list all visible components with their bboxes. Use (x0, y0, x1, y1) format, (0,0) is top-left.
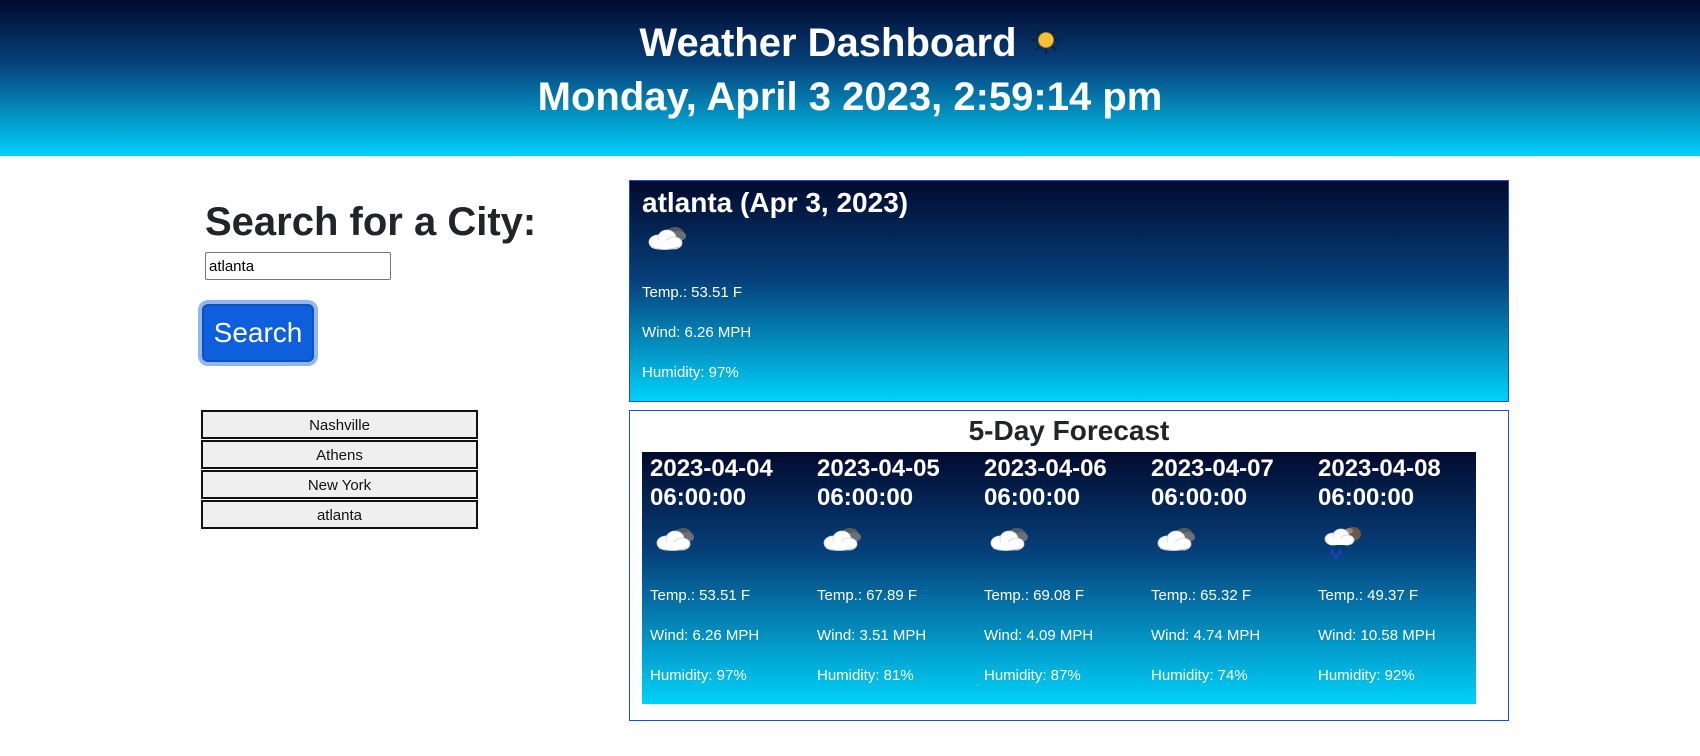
cloudy-icon (819, 524, 867, 559)
forecast-wind: Wind: 4.74 MPH (1151, 627, 1261, 644)
cloudy-icon (644, 223, 692, 258)
current-temp: Temp.: 53.51 F (642, 284, 743, 301)
forecast-day: 2023-04-07 06:00:00 Temp.: 65.32 F Wind: … (1143, 452, 1310, 704)
forecast-day: 2023-04-06 06:00:00 Temp.: 69.08 F Wind: … (976, 452, 1143, 704)
sun-icon (1031, 17, 1061, 67)
forecast-wind: Wind: 10.58 MPH (1318, 627, 1436, 644)
forecast-day: 2023-04-04 06:00:00 Temp.: 53.51 F Wind: … (642, 452, 809, 704)
forecast-wind: Wind: 3.51 MPH (817, 627, 927, 644)
current-weather-card: atlanta (Apr 3, 2023) Temp.: 53.51 F Win… (629, 180, 1509, 402)
city-search-input[interactable] (205, 252, 391, 280)
history-city-button[interactable]: New York (201, 470, 478, 499)
forecast-date: 2023-04-08 06:00:00 (1318, 455, 1441, 511)
forecast-temp: Temp.: 67.89 F (817, 587, 918, 604)
forecast-humidity: Humidity: 92% (1318, 667, 1415, 684)
forecast-temp: Temp.: 65.32 F (1151, 587, 1252, 604)
current-datetime: Monday, April 3 2023, 2:59:14 pm (537, 75, 1163, 119)
history-city-button[interactable]: Nashville (201, 410, 478, 439)
forecast-temp: Temp.: 49.37 F (1318, 587, 1419, 604)
forecast-date: 2023-04-07 06:00:00 (1151, 455, 1274, 511)
cloudy-icon (986, 524, 1034, 559)
forecast-title: 5-Day Forecast (968, 415, 1170, 446)
forecast-date: 2023-04-05 06:00:00 (817, 455, 940, 511)
forecast-temp: Temp.: 69.08 F (984, 587, 1085, 604)
current-humidity: Humidity: 97% (642, 364, 739, 381)
rain-icon (1320, 524, 1368, 563)
cloudy-icon (1153, 524, 1201, 559)
cloudy-icon (652, 524, 700, 559)
forecast-wind: Wind: 6.26 MPH (650, 627, 760, 644)
history-city-button[interactable]: Athens (201, 440, 478, 469)
app-header: Weather Dashboard Monday, April 3 2023, … (0, 0, 1700, 156)
search-button[interactable]: Search (202, 304, 314, 362)
forecast-humidity: Humidity: 81% (817, 667, 914, 684)
search-history-list: Nashville Athens New York atlanta (201, 410, 478, 530)
forecast-wind: Wind: 4.09 MPH (984, 627, 1094, 644)
forecast-temp: Temp.: 53.51 F (650, 587, 751, 604)
forecast-date: 2023-04-06 06:00:00 (984, 455, 1107, 511)
search-heading: Search for a City: (205, 200, 537, 244)
page-title-row: Weather Dashboard (0, 18, 1700, 70)
forecast-humidity: Humidity: 97% (650, 667, 747, 684)
forecast-card: 5-Day Forecast 2023-04-04 06:00:00 Temp.:… (629, 410, 1509, 721)
forecast-humidity: Humidity: 74% (1151, 667, 1248, 684)
current-city-title: atlanta (Apr 3, 2023) (642, 187, 909, 218)
forecast-date: 2023-04-04 06:00:00 (650, 455, 773, 511)
forecast-day: 2023-04-08 06:00:00 Temp.: 49.37 F Wind: … (1310, 452, 1477, 704)
history-city-button[interactable]: atlanta (201, 500, 478, 529)
forecast-humidity: Humidity: 87% (984, 667, 1081, 684)
forecast-day: 2023-04-05 06:00:00 Temp.: 67.89 F Wind: … (809, 452, 976, 704)
current-wind: Wind: 6.26 MPH (642, 324, 752, 341)
page-title: Weather Dashboard (639, 21, 1017, 65)
forecast-row: 2023-04-04 06:00:00 Temp.: 53.51 F Wind: … (642, 452, 1476, 704)
